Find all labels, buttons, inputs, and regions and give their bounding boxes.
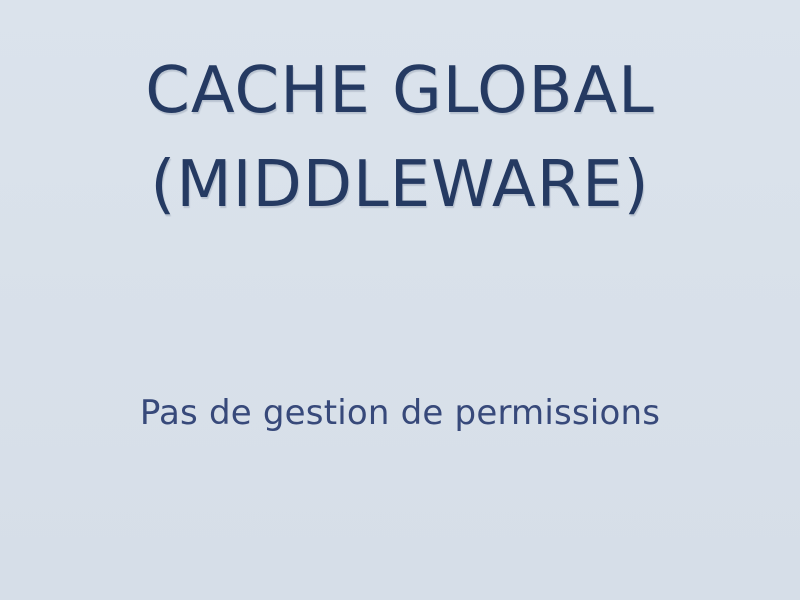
slide-title: CACHE GLOBAL (MIDDLEWARE) [0, 44, 800, 232]
slide: CACHE GLOBAL (MIDDLEWARE) Pas de gestion… [0, 0, 800, 600]
slide-subtitle: Pas de gestion de permissions [139, 393, 661, 433]
slide-title-line-1: CACHE GLOBAL [145, 54, 655, 128]
slide-title-line-2: (MIDDLEWARE) [150, 148, 650, 222]
